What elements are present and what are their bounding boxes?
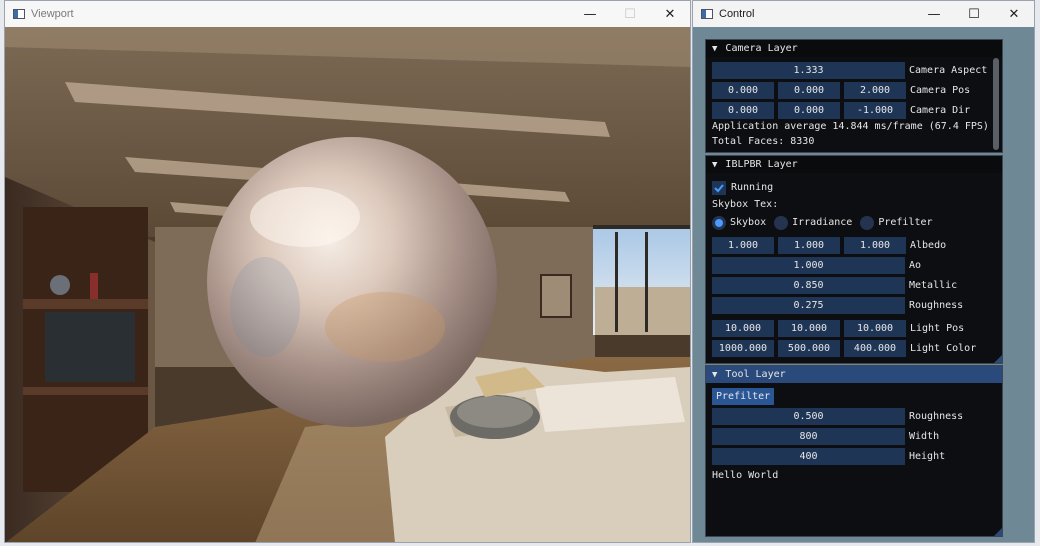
camera-dir-x-input[interactable]: 0.000: [712, 102, 774, 119]
running-label: Running: [731, 182, 774, 193]
roughness-row: 0.275 Roughness: [712, 297, 1002, 314]
viewport-window: Viewport — ☐ ✕: [4, 0, 691, 543]
iblpbr-layer-panel: ▼ IBLPBR Layer Running Skybox Tex: Skybo…: [705, 155, 1003, 364]
running-row: Running: [712, 179, 1002, 196]
viewport-titlebar[interactable]: Viewport — ☐ ✕: [5, 1, 690, 27]
camera-dir-label: Camera Dir: [910, 105, 971, 116]
metallic-slider[interactable]: 0.850: [712, 277, 905, 294]
light-pos-y-input[interactable]: 10.000: [778, 320, 840, 337]
ao-slider[interactable]: 1.000: [712, 257, 905, 274]
collapse-arrow-icon[interactable]: ▼: [712, 160, 717, 170]
control-close-button[interactable]: ✕: [994, 1, 1034, 27]
tool-width-label: Width: [909, 431, 940, 442]
camera-aspect-input[interactable]: 1.333: [712, 62, 905, 79]
tool-roughness-slider[interactable]: 0.500: [712, 408, 905, 425]
albedo-row: 1.000 1.000 1.000 Albedo: [712, 237, 1002, 254]
viewport-title: Viewport: [31, 8, 74, 20]
light-pos-label: Light Pos: [910, 323, 965, 334]
radio-skybox[interactable]: [712, 215, 726, 230]
roughness-slider[interactable]: 0.275: [712, 297, 905, 314]
metallic-label: Metallic: [909, 280, 958, 291]
iblpbr-layer-header[interactable]: ▼ IBLPBR Layer: [706, 156, 1002, 173]
albedo-g-input[interactable]: 1.000: [778, 237, 840, 254]
tool-layer-title: Tool Layer: [725, 369, 786, 380]
camera-dir-z-input[interactable]: -1.000: [844, 102, 906, 119]
control-window: Control — ☐ ✕ ▼ Camera Layer 1.333 Camer…: [692, 0, 1035, 543]
radio-skybox-label: Skybox: [730, 217, 767, 228]
iblpbr-layer-title: IBLPBR Layer: [725, 159, 798, 170]
ao-label: Ao: [909, 260, 922, 271]
camera-layer-scrollbar[interactable]: [993, 58, 999, 150]
collapse-arrow-icon[interactable]: ▼: [712, 44, 717, 54]
roughness-label: Roughness: [909, 300, 964, 311]
tool-height-input[interactable]: 400: [712, 448, 905, 465]
camera-pos-row: 0.000 0.000 2.000 Camera Pos: [712, 82, 1002, 99]
metallic-row: 0.850 Metallic: [712, 277, 1002, 294]
tool-width-input[interactable]: 800: [712, 428, 905, 445]
tool-resize-grip[interactable]: [994, 528, 1002, 536]
render-viewport[interactable]: [5, 27, 690, 542]
camera-dir-y-input[interactable]: 0.000: [778, 102, 840, 119]
fps-text: Application average 14.844 ms/frame (67.…: [712, 121, 989, 132]
viewport-minimize-button[interactable]: —: [570, 1, 610, 27]
collapse-arrow-icon[interactable]: ▼: [712, 370, 717, 380]
light-pos-x-input[interactable]: 10.000: [712, 320, 774, 337]
light-color-r-input[interactable]: 1000.000: [712, 340, 774, 357]
light-pos-z-input[interactable]: 10.000: [844, 320, 906, 337]
tool-height-label: Height: [909, 451, 946, 462]
camera-layer-title: Camera Layer: [725, 43, 798, 54]
radio-prefilter-label: Prefilter: [878, 217, 933, 228]
albedo-r-input[interactable]: 1.000: [712, 237, 774, 254]
viewport-close-button[interactable]: ✕: [650, 1, 690, 27]
tool-width-row: 800 Width: [712, 428, 1002, 445]
camera-pos-z-input[interactable]: 2.000: [844, 82, 906, 99]
window-app-icon: [701, 9, 713, 19]
window-app-icon: [13, 9, 25, 19]
camera-aspect-row: 1.333 Camera Aspect: [712, 62, 1002, 79]
total-faces-text: Total Faces: 8330: [712, 136, 815, 147]
radio-irradiance[interactable]: [774, 215, 789, 230]
camera-pos-y-input[interactable]: 0.000: [778, 82, 840, 99]
control-title: Control: [719, 8, 755, 20]
rendered-scene: [5, 27, 690, 542]
albedo-label: Albedo: [910, 240, 947, 251]
camera-pos-x-input[interactable]: 0.000: [712, 82, 774, 99]
tool-roughness-label: Roughness: [909, 411, 964, 422]
checkmark-icon: [714, 183, 724, 192]
skybox-tex-radio-row: Skybox Irradiance Prefilter: [712, 214, 1002, 231]
camera-dir-row: 0.000 0.000 -1.000 Camera Dir: [712, 102, 1002, 119]
ao-row: 1.000 Ao: [712, 257, 1002, 274]
control-minimize-button[interactable]: —: [914, 1, 954, 27]
running-checkbox[interactable]: [712, 180, 726, 195]
camera-pos-label: Camera Pos: [910, 85, 971, 96]
albedo-b-input[interactable]: 1.000: [844, 237, 906, 254]
light-color-b-input[interactable]: 400.000: [844, 340, 906, 357]
hello-world-text: Hello World: [712, 470, 779, 481]
tool-layer-panel: ▼ Tool Layer Prefilter 0.500 Roughness 8…: [705, 365, 1003, 537]
light-color-label: Light Color: [910, 343, 977, 354]
light-pos-row: 10.000 10.000 10.000 Light Pos: [712, 320, 1002, 337]
control-titlebar[interactable]: Control — ☐ ✕: [693, 1, 1034, 27]
radio-irradiance-label: Irradiance: [792, 217, 853, 228]
viewport-maximize-button[interactable]: ☐: [610, 1, 650, 27]
prefilter-button[interactable]: Prefilter: [712, 388, 775, 405]
prefilter-row: Prefilter: [712, 388, 1002, 405]
light-color-g-input[interactable]: 500.000: [778, 340, 840, 357]
tool-height-row: 400 Height: [712, 448, 1002, 465]
tool-roughness-row: 0.500 Roughness: [712, 408, 1002, 425]
camera-layer-header[interactable]: ▼ Camera Layer: [706, 40, 1002, 57]
camera-aspect-label: Camera Aspect: [909, 65, 988, 76]
tool-layer-header[interactable]: ▼ Tool Layer: [706, 366, 1002, 383]
control-maximize-button[interactable]: ☐: [954, 1, 994, 27]
light-color-row: 1000.000 500.000 400.000 Light Color: [712, 340, 1002, 357]
camera-layer-panel: ▼ Camera Layer 1.333 Camera Aspect 0.000…: [705, 39, 1003, 153]
iblpbr-resize-grip[interactable]: [994, 355, 1002, 363]
radio-prefilter[interactable]: [860, 215, 875, 230]
control-client-area: ▼ Camera Layer 1.333 Camera Aspect 0.000…: [693, 27, 1034, 542]
skybox-tex-label: Skybox Tex:: [712, 199, 779, 210]
